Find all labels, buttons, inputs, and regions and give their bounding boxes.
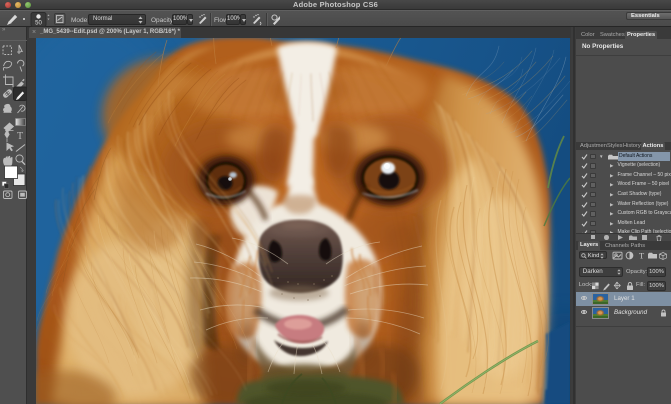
svg-text:50: 50 (35, 21, 42, 27)
svg-text:T: T (17, 131, 23, 142)
svg-text:T: T (639, 251, 645, 260)
